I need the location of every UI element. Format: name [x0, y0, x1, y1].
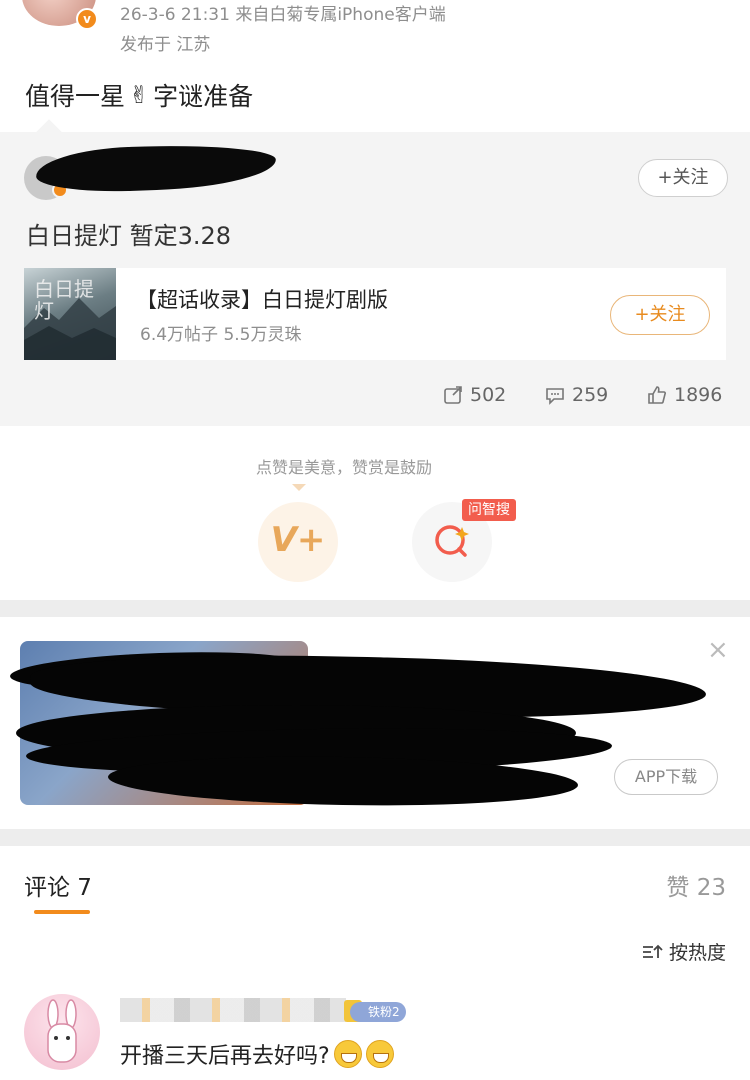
comments-tab[interactable]: 评论 7: [24, 868, 92, 902]
tab-underline: [34, 910, 90, 914]
bunny-avatar-icon: [47, 999, 77, 1063]
grin-emoji-icon: [333, 1040, 362, 1068]
post-header: v 26-3-6 21:31 来自白菊专属iPhone客户端 发布于 江苏 值得…: [0, 0, 750, 132]
fan-level-badge: 铁粉2: [350, 1002, 406, 1022]
super-topic-card[interactable]: 白日提灯 【超话收录】白日提灯剧版 6.4万帖子 5.5万灵珠 +关注: [24, 268, 726, 360]
repost-action[interactable]: 502: [442, 384, 506, 406]
app-download-button[interactable]: APP下载: [614, 759, 718, 795]
grin-emoji-icon: [365, 1040, 394, 1068]
likes-tab[interactable]: 赞 23: [666, 868, 726, 902]
comment-count: 259: [572, 384, 609, 406]
like-count: 1896: [674, 384, 723, 406]
redacted-username: [35, 141, 277, 195]
blurred-username: [120, 998, 346, 1022]
topic-thumbnail: 白日提灯: [24, 268, 116, 360]
comment-text: 开播三天后再去好吗?: [120, 1038, 394, 1070]
repost-count: 502: [470, 384, 507, 406]
comment-icon: [546, 388, 564, 405]
topic-title: 【超话收录】白日提灯剧版: [136, 288, 388, 312]
post-text-part2: 字谜准备: [153, 82, 254, 111]
v-plus-icon: V+: [270, 520, 326, 560]
thumbs-up-icon: [648, 386, 666, 404]
post-location: 发布于 江苏: [120, 35, 211, 55]
reward-section: 点赞是美意，赞赏是鼓励 V+ 问智搜: [0, 426, 750, 600]
topic-stats: 6.4万帖子 5.5万灵珠: [140, 325, 302, 345]
sort-label: 按热度: [668, 942, 726, 964]
post-meta: 26-3-6 21:31 来自白菊专属iPhone客户端: [120, 5, 446, 25]
search-tag: 问智搜: [462, 499, 516, 521]
post-text-part1: 值得一星: [25, 82, 126, 111]
comments-section: 评论 7 赞 23 按热度 铁粉2 开播三天后再去好吗?: [0, 846, 750, 1080]
comment-action[interactable]: 259: [544, 384, 608, 406]
comment-body: 开播三天后再去好吗?: [120, 1044, 330, 1069]
commenter-avatar[interactable]: [24, 994, 100, 1070]
repost-icon: [444, 386, 462, 404]
reward-button[interactable]: V+: [258, 502, 338, 582]
close-icon[interactable]: ×: [707, 637, 729, 663]
follow-button[interactable]: +关注: [638, 159, 728, 197]
caption-pointer: [292, 484, 306, 491]
reward-caption: 点赞是美意，赞赏是鼓励: [255, 458, 432, 477]
post-text: 值得一星 ✌ 字谜准备: [25, 77, 253, 113]
repost-text: 白日提灯 暂定3.28: [26, 222, 232, 250]
sort-button[interactable]: 按热度: [641, 938, 726, 965]
verified-badge-icon: v: [76, 8, 98, 30]
topic-thumb-text: 白日提灯: [34, 277, 94, 323]
action-bar: 502 259 1896: [0, 384, 750, 414]
sort-icon: [642, 944, 663, 958]
repost-card[interactable]: +关注 白日提灯 暂定3.28 白日提灯 【超话收录】白日提灯剧版 6.4万帖子…: [0, 119, 750, 426]
like-action[interactable]: 1896: [646, 384, 722, 406]
victory-hand-icon: ✌: [129, 81, 150, 109]
topic-follow-button[interactable]: +关注: [610, 295, 710, 335]
ad-card[interactable]: × APP下载: [0, 617, 750, 829]
